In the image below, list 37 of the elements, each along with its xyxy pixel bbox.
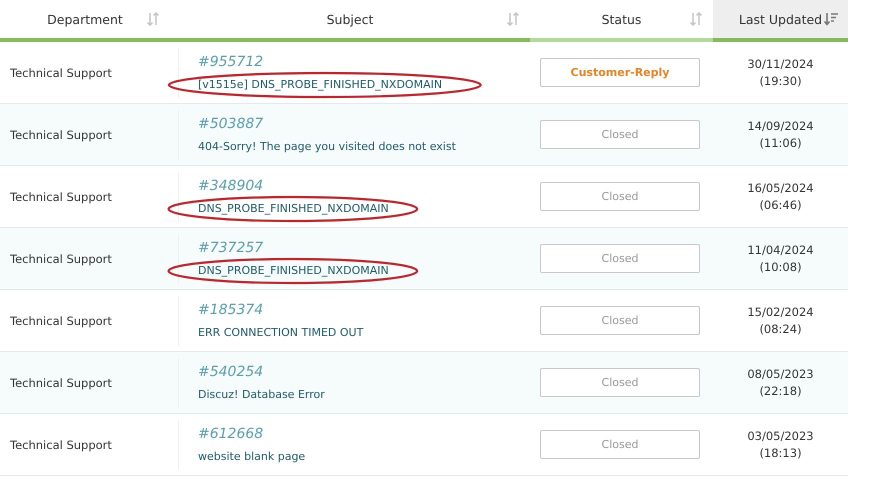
status-badge: Customer-Reply [540, 58, 700, 87]
time-text: (19:30) [759, 74, 802, 88]
status-badge: Closed [540, 244, 700, 273]
date-text: 16/05/2024 [747, 181, 814, 195]
date-text: 15/02/2024 [747, 305, 814, 319]
date-text: 08/05/2023 [747, 367, 814, 381]
time-text: (11:06) [759, 136, 802, 150]
sort-icon[interactable] [146, 12, 160, 26]
date-text: 03/05/2023 [747, 429, 814, 443]
subject-link[interactable]: 404-Sorry! The page you visited does not exist [198, 138, 456, 154]
department-text: Technical Support [9, 376, 112, 390]
department-text: Technical Support [9, 252, 112, 266]
sort-descending-icon[interactable] [824, 12, 838, 26]
subject-link[interactable]: website blank page [198, 448, 306, 464]
time-text: (06:46) [759, 198, 802, 212]
status-badge: Closed [540, 306, 700, 335]
status-badge: Closed [540, 368, 700, 397]
time-text: (08:24) [759, 322, 802, 336]
column-header[interactable]: Last Updated [713, 0, 848, 42]
department-text: Technical Support [9, 66, 112, 80]
status-badge: Closed [540, 430, 700, 459]
time-text: (10:08) [759, 260, 802, 274]
sort-icon[interactable] [689, 12, 703, 26]
date-text: 30/11/2024 [747, 57, 814, 71]
time-text: (18:13) [759, 446, 802, 460]
date-text: 14/09/2024 [747, 119, 814, 133]
sort-icon[interactable] [506, 12, 520, 26]
subject-link[interactable]: ERR CONNECTION TIMED OUT [198, 324, 364, 340]
department-text: Technical Support [9, 438, 112, 452]
department-text: Technical Support [9, 314, 112, 328]
department-text: Technical Support [9, 190, 112, 204]
time-text: (22:18) [759, 384, 802, 398]
status-badge: Closed [540, 120, 700, 149]
subject-link[interactable]: Discuz! Database Error [198, 386, 325, 402]
status-badge: Closed [540, 182, 700, 211]
department-text: Technical Support [9, 128, 112, 142]
date-text: 11/04/2024 [747, 243, 814, 257]
